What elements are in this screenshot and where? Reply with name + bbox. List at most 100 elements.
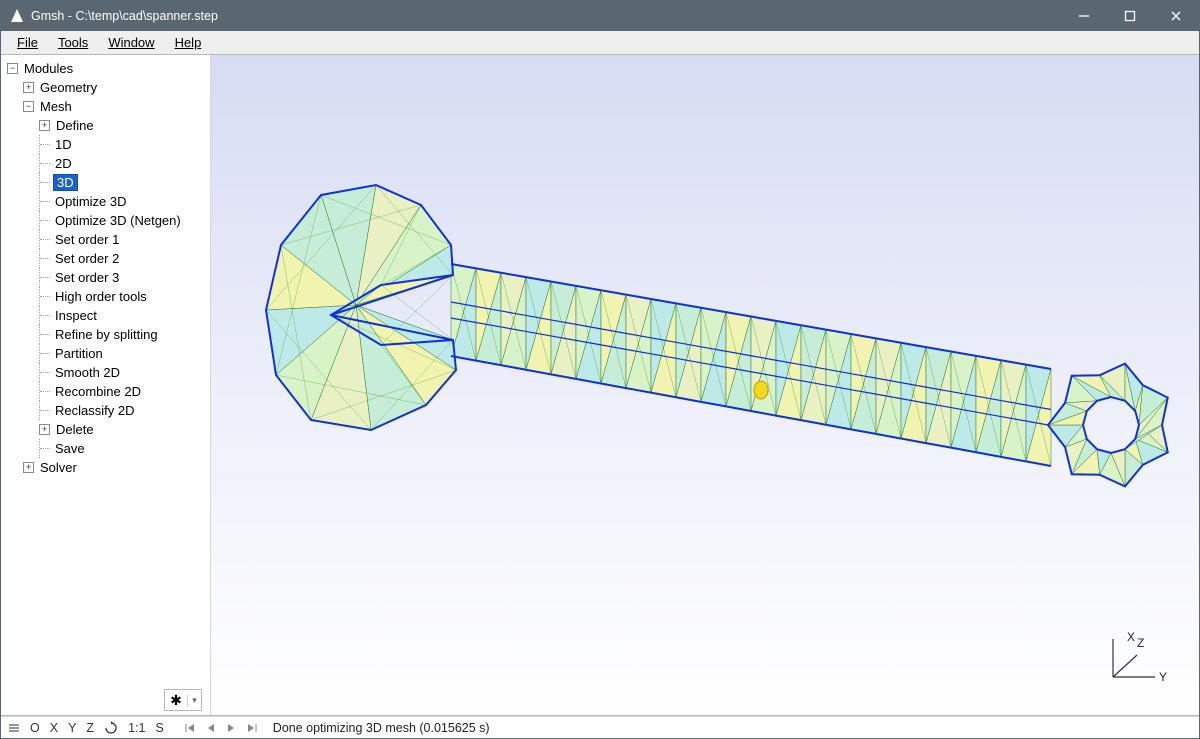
- tree-label: Set order 2: [53, 251, 121, 266]
- tree-node-modules[interactable]: − Modules: [7, 59, 206, 78]
- menu-file[interactable]: File: [7, 33, 48, 52]
- sb-label: X: [50, 721, 58, 735]
- tree-node-mesh[interactable]: − Mesh: [7, 97, 206, 116]
- tree-branch-icon: [39, 439, 53, 458]
- tree-label: Optimize 3D: [53, 194, 129, 209]
- tree-label: Inspect: [53, 308, 99, 323]
- close-button[interactable]: [1153, 1, 1199, 31]
- tree-label: Reclassify 2D: [53, 403, 136, 418]
- menu-bar: File Tools Window Help: [1, 31, 1199, 55]
- tree-label: 1D: [53, 137, 74, 152]
- expand-icon[interactable]: +: [23, 462, 34, 473]
- minimize-button[interactable]: [1061, 1, 1107, 31]
- status-message: Done optimizing 3D mesh (0.015625 s): [273, 721, 490, 735]
- tree-node-inspect[interactable]: Inspect: [7, 306, 206, 325]
- menu-window[interactable]: Window: [98, 33, 164, 52]
- options-dropdown[interactable]: ✱ ▾: [164, 689, 202, 711]
- module-tree[interactable]: − Modules + Geometry − Mesh + Define 1D: [7, 59, 206, 687]
- 3d-viewport[interactable]: Y Z X: [211, 55, 1199, 715]
- tree-node-define[interactable]: + Define: [7, 116, 206, 135]
- tree-label: Set order 1: [53, 232, 121, 247]
- menu-file-label: File: [17, 35, 38, 50]
- play-button[interactable]: [243, 719, 261, 737]
- menu-tools[interactable]: Tools: [48, 33, 98, 52]
- maximize-button[interactable]: [1107, 1, 1153, 31]
- tree-node-refine-by-splitting[interactable]: Refine by splitting: [7, 325, 206, 344]
- expand-icon[interactable]: +: [23, 82, 34, 93]
- tree-label: Save: [53, 441, 87, 456]
- work-area: − Modules + Geometry − Mesh + Define 1D: [1, 55, 1199, 716]
- axis-triad: Y Z X: [1095, 625, 1175, 695]
- tree-branch-icon: [39, 325, 53, 344]
- tree-node-high-order-tools[interactable]: High order tools: [7, 287, 206, 306]
- tree-node-solver[interactable]: + Solver: [7, 458, 206, 477]
- tree-branch-icon: [39, 344, 53, 363]
- collapse-icon[interactable]: −: [7, 63, 18, 74]
- tree-label: Recombine 2D: [53, 384, 143, 399]
- tree-label: Mesh: [38, 99, 74, 114]
- tree-branch-icon: [39, 401, 53, 420]
- tree-node-optimize3d-netgen[interactable]: Optimize 3D (Netgen): [7, 211, 206, 230]
- tree-node-2d[interactable]: 2D: [7, 154, 206, 173]
- tree-branch-icon: [39, 268, 53, 287]
- tree-branch-icon: [39, 154, 53, 173]
- view-y-button[interactable]: Y: [65, 719, 79, 737]
- tree-branch-icon: [39, 287, 53, 306]
- tree-node-set-order-1[interactable]: Set order 1: [7, 230, 206, 249]
- expand-icon[interactable]: +: [39, 120, 50, 131]
- step-forward-button[interactable]: [223, 719, 239, 737]
- zoom-1to1-button[interactable]: 1:1: [125, 719, 148, 737]
- step-back-button[interactable]: [203, 719, 219, 737]
- view-z-button[interactable]: Z: [83, 719, 97, 737]
- collapse-icon[interactable]: −: [23, 101, 34, 112]
- tree-node-set-order-3[interactable]: Set order 3: [7, 268, 206, 287]
- tree-node-recombine-2d[interactable]: Recombine 2D: [7, 382, 206, 401]
- tree-label: High order tools: [53, 289, 149, 304]
- tree-node-partition[interactable]: Partition: [7, 344, 206, 363]
- rewind-button[interactable]: [181, 719, 199, 737]
- tree-node-optimize3d[interactable]: Optimize 3D: [7, 192, 206, 211]
- tree-branch-icon: [39, 363, 53, 382]
- tree-label: Optimize 3D (Netgen): [53, 213, 183, 228]
- expand-icon[interactable]: +: [39, 424, 50, 435]
- tree-node-set-order-2[interactable]: Set order 2: [7, 249, 206, 268]
- chevron-down-icon: ▾: [187, 695, 201, 706]
- title-bar: Gmsh - C:\temp\cad\spanner.step: [1, 1, 1199, 31]
- tree-branch-icon: [39, 173, 53, 192]
- tree-node-1d[interactable]: 1D: [7, 135, 206, 154]
- status-bar: O X Y Z 1:1 S Done optimizing 3D mesh (0…: [1, 716, 1199, 738]
- sb-label: Z: [86, 721, 94, 735]
- menu-window-label: Window: [108, 35, 154, 50]
- menu-help[interactable]: Help: [165, 33, 212, 52]
- tree-label: 2D: [53, 156, 74, 171]
- tree-branch-icon: [39, 382, 53, 401]
- tree-label: Solver: [38, 460, 79, 475]
- tree-node-smooth-2d[interactable]: Smooth 2D: [7, 363, 206, 382]
- menu-tools-label: Tools: [58, 35, 88, 50]
- sb-label: 1:1: [128, 721, 145, 735]
- rotate-button[interactable]: [101, 719, 121, 737]
- tree-branch-icon: [39, 211, 53, 230]
- tree-label: 3D: [53, 174, 78, 191]
- tree-label: Delete: [54, 422, 96, 437]
- tree-branch-icon: [39, 230, 53, 249]
- tree-branch-icon: [39, 135, 53, 154]
- tree-node-delete[interactable]: + Delete: [7, 420, 206, 439]
- app-logo-icon: [9, 8, 25, 24]
- window-title: Gmsh - C:\temp\cad\spanner.step: [31, 9, 1061, 23]
- gear-icon: ✱: [165, 692, 187, 709]
- mesh-render: [241, 175, 1171, 545]
- view-x-button[interactable]: X: [47, 719, 61, 737]
- tree-node-3d[interactable]: 3D: [7, 173, 206, 192]
- tree-node-reclassify-2d[interactable]: Reclassify 2D: [7, 401, 206, 420]
- tree-node-geometry[interactable]: + Geometry: [7, 78, 206, 97]
- tree-node-save[interactable]: Save: [7, 439, 206, 458]
- axis-z-label: Z: [1137, 636, 1144, 650]
- s-button[interactable]: S: [152, 719, 166, 737]
- sb-label: O: [30, 721, 40, 735]
- view-o-button[interactable]: O: [27, 719, 43, 737]
- tree-label: Refine by splitting: [53, 327, 160, 342]
- sidebar-footer: ✱ ▾: [7, 687, 206, 715]
- sb-label: S: [155, 721, 163, 735]
- messages-toggle-button[interactable]: [5, 719, 23, 737]
